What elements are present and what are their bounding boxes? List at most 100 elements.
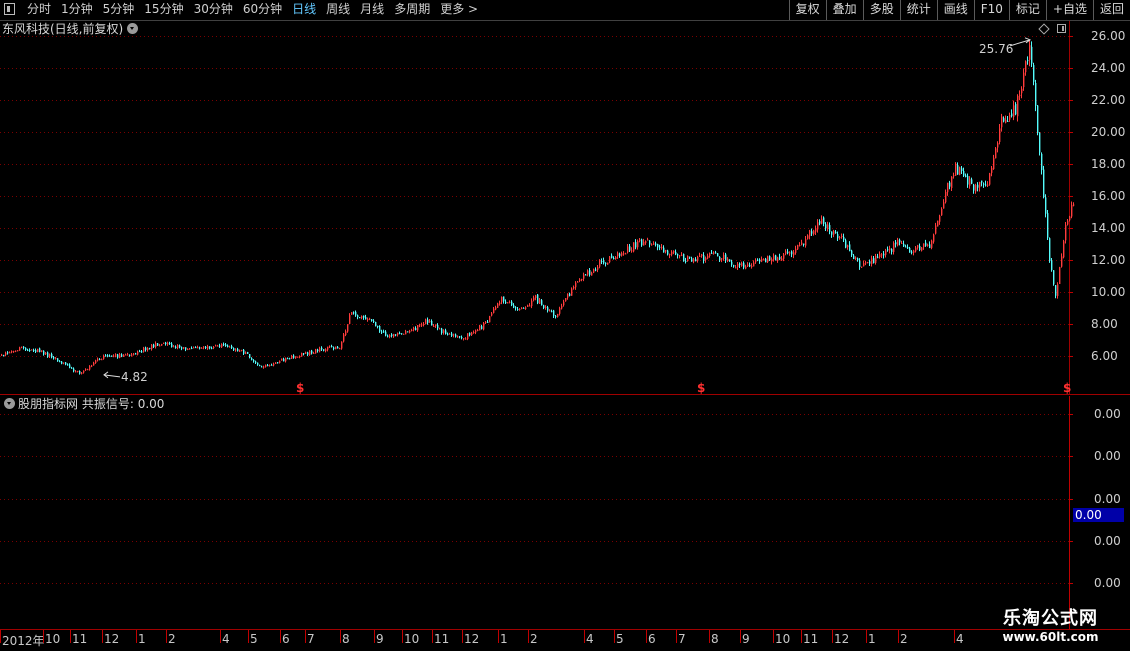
candle-body — [429, 320, 431, 323]
candle-body — [575, 282, 577, 288]
candle-body — [813, 230, 815, 235]
candle-body — [945, 191, 947, 203]
low-marker: 4.82 — [121, 370, 148, 384]
price-chart[interactable]: 26.00 24.00 22.00 20.00 18.00 16.00 14.00 12.00… — [0, 21, 1130, 395]
candle-body — [21, 346, 23, 348]
candle-body — [29, 349, 31, 351]
candle-body — [927, 244, 929, 246]
candle-body — [37, 348, 39, 352]
candle-body — [457, 336, 459, 338]
date-label: 2 — [168, 632, 176, 646]
period-tab[interactable]: 多周期 — [389, 0, 435, 20]
candle-body — [561, 305, 563, 309]
candle-body — [679, 255, 681, 257]
candle-body — [425, 319, 427, 325]
candle-body — [459, 336, 461, 338]
period-tab[interactable]: 更多 > — [435, 0, 483, 20]
dropdown-circle-icon[interactable] — [127, 23, 139, 34]
candle-body — [1071, 204, 1073, 217]
tool-button[interactable]: 统计 — [899, 0, 937, 20]
candle-body — [623, 253, 625, 255]
candle-body — [851, 250, 853, 256]
tool-button[interactable]: 叠加 — [825, 0, 863, 20]
indicator-dropdown-icon[interactable] — [4, 398, 15, 409]
candle-body — [1039, 132, 1041, 153]
candle-body — [823, 217, 825, 224]
period-tab[interactable]: 15分钟 — [139, 0, 188, 20]
candle-body — [919, 245, 921, 251]
candle-body — [99, 358, 101, 360]
candle-body — [599, 260, 601, 267]
tool-button[interactable]: F10 — [973, 0, 1009, 20]
candle-body — [285, 358, 287, 362]
date-tick — [528, 630, 529, 643]
period-tab[interactable]: 周线 — [321, 0, 355, 20]
candle-body — [83, 370, 85, 373]
candle-body — [467, 333, 469, 339]
candle-body — [13, 351, 15, 353]
candle-body — [933, 234, 935, 242]
date-label: 9 — [742, 632, 750, 646]
tool-button[interactable]: 标记 — [1008, 0, 1046, 20]
panel-toggle-icon[interactable] — [1057, 24, 1066, 33]
candle-body — [91, 365, 93, 367]
candle-body — [481, 326, 483, 329]
candle-body — [931, 240, 933, 248]
candle-body — [725, 254, 727, 261]
tool-button[interactable]: 返回 — [1092, 0, 1130, 20]
candle-body — [883, 253, 885, 256]
tool-button[interactable]: +自选 — [1045, 0, 1093, 20]
menu-icon[interactable] — [4, 3, 15, 15]
candle-body — [597, 267, 599, 270]
date-label: 12 — [834, 632, 850, 646]
period-tab[interactable]: 1分钟 — [56, 0, 98, 20]
candle-body — [101, 359, 103, 361]
candle-body — [485, 321, 487, 323]
candle-body — [707, 255, 709, 259]
candle-body — [751, 265, 753, 268]
tool-button[interactable]: 复权 — [788, 0, 826, 20]
candle-body — [1007, 121, 1009, 123]
candle-body — [819, 221, 821, 224]
candle-body — [747, 264, 749, 267]
candle-body — [555, 315, 557, 317]
candle-body — [75, 371, 77, 373]
period-tab[interactable]: 5分钟 — [98, 0, 140, 20]
candle-body — [621, 253, 623, 256]
current-value-badge: 0.00 — [1073, 508, 1124, 522]
tool-button[interactable]: 多股 — [862, 0, 900, 20]
candle-body — [551, 311, 553, 313]
candle-body — [241, 349, 243, 351]
candle-body — [185, 347, 187, 350]
candle-body — [237, 348, 239, 352]
period-tab[interactable]: 60分钟 — [238, 0, 287, 20]
date-label: 4 — [222, 632, 230, 646]
candle-body — [1041, 153, 1043, 171]
tool-button[interactable]: 画线 — [936, 0, 974, 20]
candle-body — [1043, 169, 1045, 198]
candle-body — [163, 342, 165, 344]
candle-body — [255, 361, 257, 363]
candle-body — [537, 294, 539, 304]
candle-body — [925, 242, 927, 246]
candle-body — [463, 338, 465, 340]
indicator-chart[interactable]: 0.00 0.00 0.00 0.00 0.00 — [0, 396, 1130, 629]
candle-body — [195, 347, 197, 349]
candle-body — [625, 253, 627, 255]
period-tab[interactable]: 月线 — [355, 0, 389, 20]
candle-body — [335, 346, 337, 350]
candle-body — [635, 242, 637, 248]
candle-body — [49, 354, 51, 357]
candle-body — [325, 349, 327, 352]
candle-body — [607, 262, 609, 265]
period-tab[interactable]: 分时 — [22, 0, 56, 20]
period-tab[interactable]: 30分钟 — [189, 0, 238, 20]
period-tab[interactable]: 日线 — [287, 0, 321, 20]
candle-body — [403, 333, 405, 335]
candle-body — [875, 255, 877, 263]
candle-body — [271, 364, 273, 366]
candle-body — [617, 253, 619, 257]
candle-body — [539, 299, 541, 304]
candle-body — [469, 332, 471, 336]
candle-body — [329, 346, 331, 348]
